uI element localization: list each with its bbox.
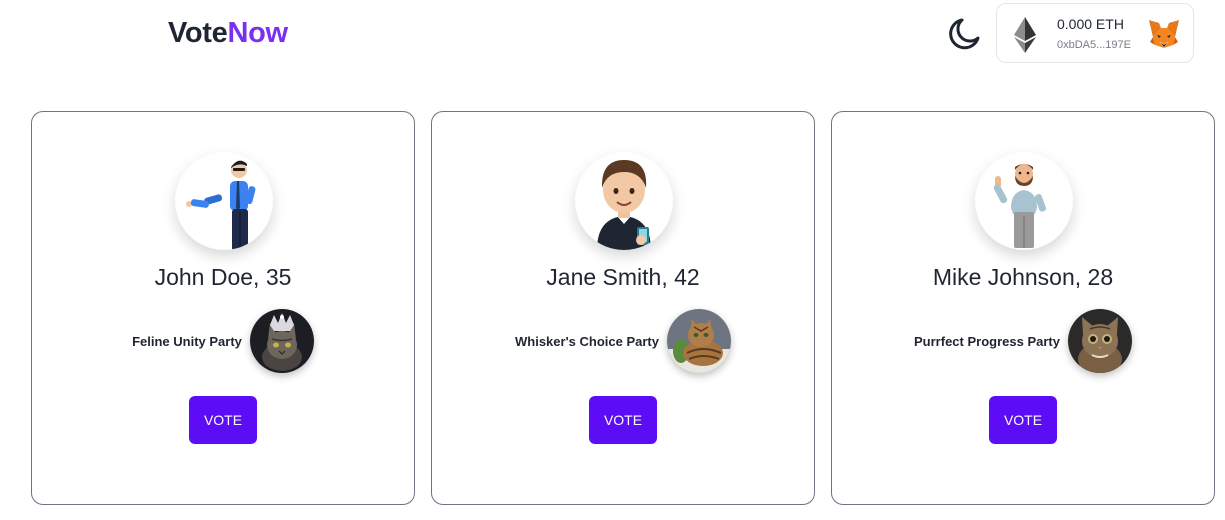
party-info: Feline Unity Party — [32, 308, 414, 374]
candidate-card: Jane Smith, 42 Whisker's Choice Party VO… — [431, 111, 815, 505]
candidate-avatar — [175, 152, 273, 250]
party-name: Feline Unity Party — [132, 333, 242, 349]
candidate-avatar — [975, 152, 1073, 250]
logo-text-now: Now — [227, 17, 289, 49]
candidate-name: Jane Smith, 42 — [546, 264, 700, 290]
vote-button[interactable]: VOTE — [589, 396, 657, 444]
candidate-name: Mike Johnson, 28 — [932, 264, 1114, 290]
vote-button[interactable]: VOTE — [189, 396, 257, 444]
app-logo[interactable]: VoteNow — [168, 17, 288, 50]
party-info: Purrfect Progress Party — [832, 308, 1214, 374]
moon-icon — [949, 18, 980, 50]
candidate-avatar — [575, 152, 673, 250]
wallet-connect-button[interactable]: 0.000 ETH 0xbDA5...197E — [996, 3, 1194, 63]
candidate-card: Mike Johnson, 28 Purrfect Progress Party… — [831, 111, 1215, 505]
party-name: Purrfect Progress Party — [914, 333, 1060, 349]
candidate-name: John Doe, 35 — [154, 264, 292, 290]
ethereum-icon — [1014, 17, 1036, 53]
logo-text-vote: Vote — [168, 17, 228, 49]
party-logo — [1067, 309, 1132, 373]
dark-mode-toggle[interactable] — [945, 15, 983, 53]
party-logo — [666, 309, 731, 373]
wallet-address: 0xbDA5...197E — [1057, 39, 1131, 51]
party-logo — [249, 309, 314, 373]
metamask-fox-icon — [1149, 20, 1179, 48]
wallet-balance: 0.000 ETH — [1057, 16, 1124, 32]
candidate-card: John Doe, 35 Feline Unity Party VOTE — [31, 111, 415, 505]
party-info: Whisker's Choice Party — [432, 308, 814, 374]
vote-button[interactable]: VOTE — [989, 396, 1057, 444]
party-name: Whisker's Choice Party — [515, 333, 659, 349]
